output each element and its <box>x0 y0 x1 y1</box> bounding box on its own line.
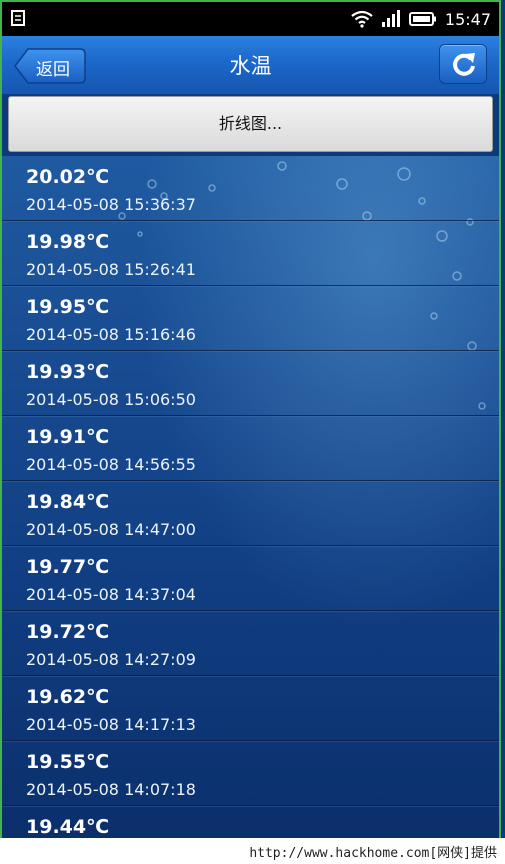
app-frame: 15:47 返回 水温 折线图... 20.02℃ 2014-05-08 15:… <box>0 0 501 838</box>
page-title: 水温 <box>229 54 272 78</box>
timestamp: 2014-05-08 15:16:46 <box>26 325 196 344</box>
temperature-value: 19.55℃ <box>26 751 110 773</box>
list-item[interactable]: 19.93℃ 2014-05-08 15:06:50 <box>2 351 499 416</box>
signal-icon <box>381 10 400 27</box>
status-bar: 15:47 <box>2 2 499 36</box>
timestamp: 2014-05-08 14:47:00 <box>26 520 196 539</box>
list-item[interactable]: 19.98℃ 2014-05-08 15:26:41 <box>2 221 499 286</box>
timestamp: 2014-05-08 14:17:13 <box>26 715 196 734</box>
watermark-bar: http://www.hackhome.com[网侠]提供 <box>0 838 505 864</box>
line-chart-button[interactable]: 折线图... <box>8 96 493 152</box>
temperature-value: 20.02℃ <box>26 166 110 188</box>
timestamp: 2014-05-08 15:36:37 <box>26 195 196 214</box>
temperature-value: 19.62℃ <box>26 686 110 708</box>
notification-icon <box>11 10 25 26</box>
timestamp: 2014-05-08 14:56:55 <box>26 455 196 474</box>
timestamp: 2014-05-08 15:06:50 <box>26 390 196 409</box>
timestamp: 2014-05-08 14:27:09 <box>26 650 196 669</box>
temperature-value: 19.44℃ <box>26 816 110 838</box>
list-item[interactable]: 19.62℃ 2014-05-08 14:17:13 <box>2 676 499 741</box>
refresh-icon <box>453 53 475 76</box>
temperature-value: 19.77℃ <box>26 556 110 578</box>
timestamp: 2014-05-08 14:37:04 <box>26 585 196 604</box>
title-bar: 返回 水温 <box>2 36 499 95</box>
list-item[interactable]: 19.84℃ 2014-05-08 14:47:00 <box>2 481 499 546</box>
status-time: 15:47 <box>444 9 491 29</box>
list-item[interactable]: 19.72℃ 2014-05-08 14:27:09 <box>2 611 499 676</box>
temperature-value: 19.84℃ <box>26 491 110 513</box>
temperature-value: 19.91℃ <box>26 426 110 448</box>
wifi-icon <box>351 10 373 28</box>
list-item[interactable]: 19.77℃ 2014-05-08 14:37:04 <box>2 546 499 611</box>
temperature-value: 19.93℃ <box>26 361 110 383</box>
timestamp: 2014-05-08 15:26:41 <box>26 260 196 279</box>
battery-icon <box>408 12 436 26</box>
temperature-list: 20.02℃ 2014-05-08 15:36:37 19.98℃ 2014-0… <box>2 156 499 838</box>
list-item[interactable]: 19.55℃ 2014-05-08 14:07:18 <box>2 741 499 806</box>
timestamp: 2014-05-08 14:07:18 <box>26 780 196 799</box>
list-item[interactable]: 19.91℃ 2014-05-08 14:56:55 <box>2 416 499 481</box>
temperature-value: 19.72℃ <box>26 621 110 643</box>
list-item[interactable]: 19.95℃ 2014-05-08 15:16:46 <box>2 286 499 351</box>
temperature-value: 19.98℃ <box>26 231 110 253</box>
refresh-button[interactable] <box>439 44 487 84</box>
temperature-value: 19.95℃ <box>26 296 110 318</box>
watermark-text: http://www.hackhome.com[网侠]提供 <box>249 846 497 861</box>
list-item[interactable]: 19.44℃ <box>2 806 499 838</box>
list-item[interactable]: 20.02℃ 2014-05-08 15:36:37 <box>2 156 499 221</box>
